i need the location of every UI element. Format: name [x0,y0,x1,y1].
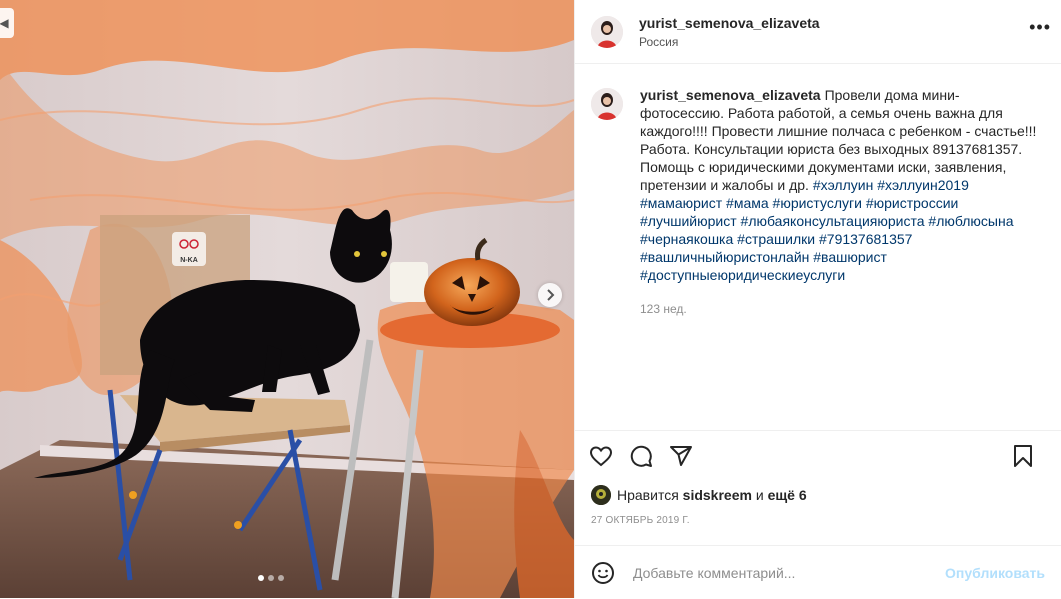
heart-icon [589,446,613,467]
save-button[interactable] [1011,444,1035,468]
hashtag-link[interactable]: #доступныеюридическиеуслуги [640,267,845,283]
post-date[interactable]: 27 ОКТЯБРЬ 2019 Г. [575,509,1061,526]
paper-plane-icon [670,446,692,466]
smiley-icon[interactable] [591,561,615,585]
carousel-dot [268,575,274,581]
comment-bubble-icon [630,445,652,467]
comments-section: yurist_semenova_elizaveta Провели дома ми… [575,64,1061,430]
caption-age[interactable]: 123 нед. [640,300,1040,318]
hashtag-link[interactable]: #вашюрист [813,249,887,265]
hashtag-link[interactable]: #люблюсына [928,213,1013,229]
photo-logo-text: N-KA [180,257,198,264]
comment-button[interactable] [629,444,653,468]
post-location[interactable]: Россия [639,35,820,49]
likes-more-link[interactable]: ещё 6 [768,487,807,503]
hashtag-link[interactable]: #хэллуин [813,177,874,193]
hashtag-link[interactable]: #юристроссии [866,195,959,211]
chevron-left-icon: ◀ [0,16,9,30]
like-button[interactable] [589,444,613,468]
bookmark-icon [1014,445,1032,467]
prev-photo-button[interactable]: ◀ [0,8,14,38]
likes-and: и [755,487,764,503]
hashtag-link[interactable]: #вашличныйюристонлайн [640,249,809,265]
instagram-post-modal: N-KA ◀ yurist_semenova_elizaveta Россия … [0,0,1061,598]
caption-username[interactable]: yurist_semenova_elizaveta [640,87,821,103]
author-avatar[interactable] [591,15,623,48]
hashtag-link[interactable]: #любаяконсультацияюриста [741,213,925,229]
hashtag-link[interactable]: #79137681357 [819,231,912,247]
caption-avatar[interactable] [591,88,623,120]
carousel-dot [278,575,284,581]
comment-input[interactable] [631,563,938,582]
liker-avatar[interactable] [591,485,611,505]
action-bar [575,431,1061,481]
post-header: yurist_semenova_elizaveta Россия ••• [575,0,1061,64]
share-button[interactable] [669,444,693,468]
hashtag-link[interactable]: #мама [726,195,769,211]
more-options-button[interactable]: ••• [1029,17,1051,37]
hashtag-link[interactable]: #чернаякошка [640,231,733,247]
author-username[interactable]: yurist_semenova_elizaveta [639,15,820,31]
hashtag-link[interactable]: #страшилки [737,231,815,247]
liker-username[interactable]: sidskreem [683,487,752,503]
hashtag-link[interactable]: #юристуслуги [773,195,862,211]
next-photo-button[interactable] [538,283,562,307]
carousel-indicator [258,575,284,581]
caption: yurist_semenova_elizaveta Провели дома ми… [591,86,1045,318]
likes-prefix: Нравится [617,487,679,503]
add-comment-bar: Опубликовать [575,545,1061,599]
hashtag-link[interactable]: #хэллуин2019 [877,177,969,193]
post-photo[interactable]: N-KA ◀ [0,0,574,598]
chevron-right-icon [547,289,555,301]
halloween-cat-photo: N-KA [0,0,574,598]
hashtag-link[interactable]: #мамаюрист [640,195,722,211]
hashtag-link[interactable]: #лучшийюрист [640,213,737,229]
likes-summary: Нравится sidskreem и ещё 6 [575,481,1061,509]
more-dots-icon: ••• [1029,17,1051,37]
post-side-panel: yurist_semenova_elizaveta Россия ••• yur… [574,0,1061,598]
actions-area: Нравится sidskreem и ещё 6 27 ОКТЯБРЬ 20… [575,430,1061,526]
carousel-dot [258,575,264,581]
publish-button[interactable]: Опубликовать [945,565,1045,581]
